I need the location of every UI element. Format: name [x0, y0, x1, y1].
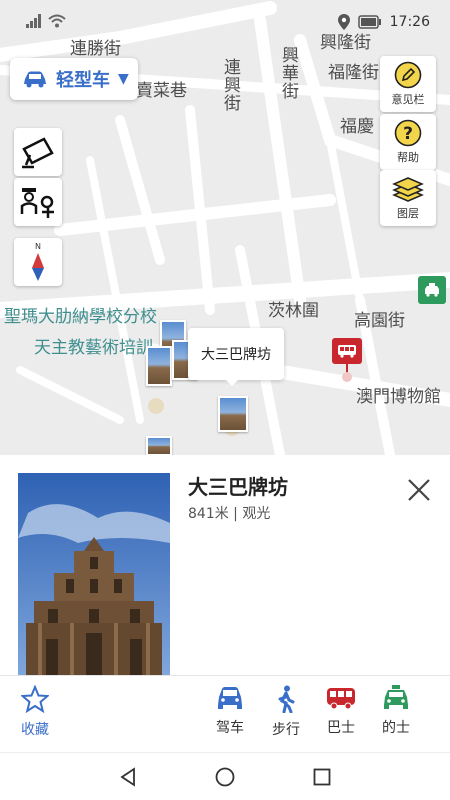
- map-label-fulongjie: 福隆街: [328, 63, 379, 83]
- map-label-maicaixiang: 賣菜巷: [136, 81, 187, 101]
- status-bar: 17:26: [0, 0, 450, 48]
- favorite-button[interactable]: 收藏: [10, 685, 60, 745]
- taxi-stand-marker[interactable]: [418, 276, 446, 304]
- layers-label: 图层: [397, 207, 419, 220]
- help-button[interactable]: ? 帮助: [380, 114, 436, 170]
- map-label-museum: 澳門博物館: [356, 387, 441, 407]
- drive-label: 驾车: [216, 720, 244, 736]
- poi-callout[interactable]: 大三巴牌坊: [188, 328, 284, 380]
- signal-icon: [26, 14, 41, 28]
- favorite-label: 收藏: [21, 722, 49, 738]
- vehicle-type-label: 轻型车: [56, 70, 110, 91]
- home-nav-button[interactable]: [211, 763, 239, 791]
- recents-square-icon: [313, 768, 331, 785]
- status-time: 17:26: [389, 14, 430, 30]
- map-label-fuqing: 福慶: [340, 117, 374, 137]
- poi-dot: [148, 398, 164, 414]
- svg-text:?: ?: [403, 124, 413, 144]
- walk-label: 步行: [272, 722, 300, 738]
- system-nav-bar: [0, 752, 450, 800]
- close-icon: [408, 479, 430, 501]
- location-icon: [337, 14, 350, 30]
- bus-icon: [338, 345, 356, 358]
- map-label-school-1: 聖瑪大肋納學校分校: [4, 307, 157, 327]
- compass-north-label: N: [35, 242, 41, 251]
- poi-photo[interactable]: [18, 473, 170, 675]
- police-icon: [20, 188, 54, 218]
- vehicle-type-selector[interactable]: 轻型车 ▼: [10, 58, 138, 100]
- poi-callout-arrow: [224, 378, 240, 386]
- traffic-police-tool-button[interactable]: [14, 178, 62, 226]
- recents-nav-button[interactable]: [308, 763, 336, 791]
- back-triangle-icon: [120, 766, 136, 787]
- back-nav-button[interactable]: [114, 763, 142, 791]
- poi-photo-marker[interactable]: [146, 436, 172, 455]
- compass-button[interactable]: N: [14, 238, 62, 286]
- poi-detail-sheet: 大三巴牌坊 841米 | 观光 收藏 驾车 步行 巴士 的士: [0, 455, 450, 752]
- layers-button[interactable]: 图层: [380, 170, 436, 226]
- bus-icon: [327, 688, 355, 710]
- map-label-xinghuajie: 興華街: [278, 46, 298, 100]
- poi-title: 大三巴牌坊: [188, 475, 288, 499]
- taxi-icon: [425, 283, 439, 297]
- feedback-button[interactable]: 意见栏: [380, 56, 436, 112]
- poi-meta: 841米 | 观光: [188, 503, 270, 523]
- map-label-school-2: 天主教藝術培訓: [34, 338, 153, 358]
- bus-stop-marker[interactable]: [332, 338, 362, 364]
- drive-button[interactable]: 驾车: [205, 685, 255, 745]
- walk-icon: [278, 685, 295, 713]
- poi-meta-separator: |: [228, 506, 243, 522]
- poi-photo-marker[interactable]: [146, 346, 172, 386]
- camera-tool-button[interactable]: [14, 128, 62, 176]
- close-button[interactable]: [402, 473, 436, 507]
- car-icon: [218, 687, 242, 709]
- taxi-button[interactable]: 的士: [371, 685, 421, 745]
- help-icon: ?: [394, 119, 422, 147]
- poi-category: 观光: [242, 506, 271, 522]
- bus-button[interactable]: 巴士: [316, 685, 366, 745]
- wifi-icon: [48, 14, 66, 28]
- poi-photo-marker-selected[interactable]: [218, 396, 248, 432]
- poi-distance: 841米: [188, 506, 229, 522]
- layers-icon: [392, 177, 424, 202]
- walk-button[interactable]: 步行: [261, 685, 311, 745]
- taxi-label: 的士: [382, 720, 410, 736]
- car-icon: [24, 71, 46, 88]
- taxi-icon: [384, 685, 408, 709]
- bus-marker-dot: [342, 372, 352, 382]
- feedback-label: 意见栏: [391, 93, 425, 106]
- edit-icon: [394, 61, 422, 89]
- divider: [0, 675, 450, 676]
- star-icon: [21, 685, 49, 713]
- home-circle-icon: [215, 767, 235, 786]
- map-label-lianxingjie: 連興街: [220, 58, 240, 112]
- ruins-of-st-paul-photo: [18, 473, 170, 675]
- compass-icon: N: [32, 242, 44, 281]
- bus-label: 巴士: [327, 720, 355, 736]
- battery-icon: [357, 15, 381, 29]
- help-label: 帮助: [397, 151, 419, 164]
- chevron-down-icon: ▼: [118, 71, 129, 87]
- speed-camera-icon: [22, 137, 54, 169]
- map-label-cilinwei: 茨林圍: [268, 301, 319, 321]
- map-label-gaoyuanjie: 高園街: [354, 311, 405, 331]
